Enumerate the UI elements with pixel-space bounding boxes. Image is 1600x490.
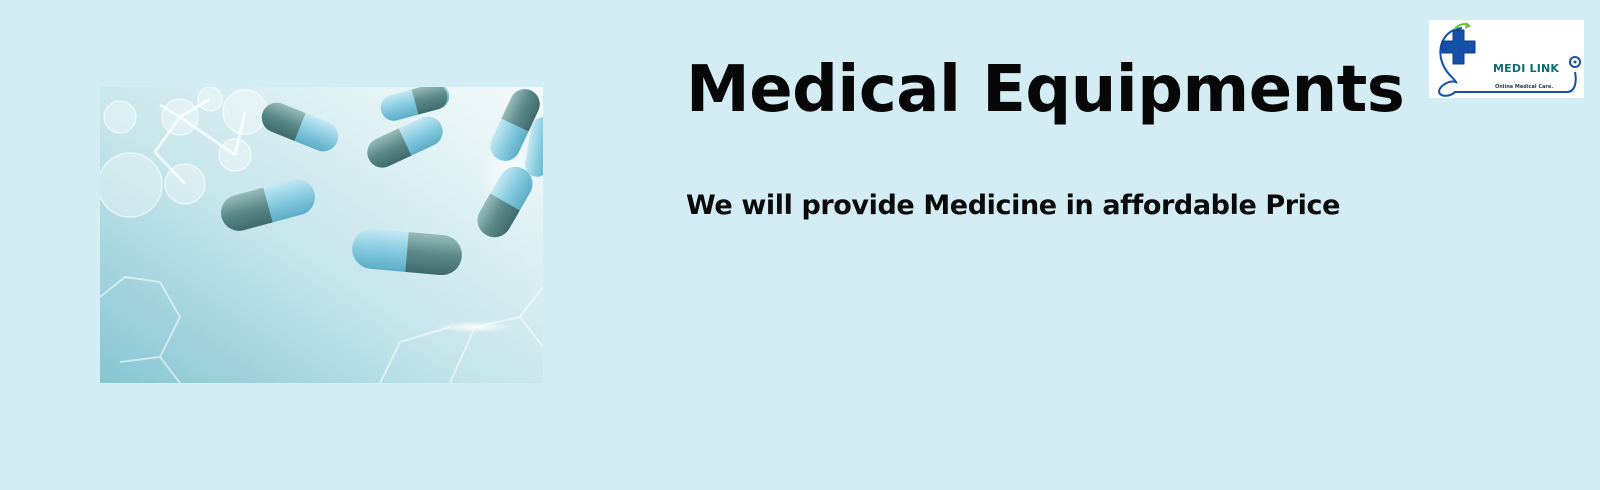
tagline: We will provide Medicine in affordable P… xyxy=(686,190,1341,221)
pill-capsules-image xyxy=(100,87,543,383)
logo-name: MEDI LINK xyxy=(1493,62,1560,75)
logo-tagline: Online Medical Care. xyxy=(1495,84,1554,90)
page-title: Medical Equipments xyxy=(686,53,1405,127)
medi-link-logo[interactable]: MEDI LINK Online Medical Care. xyxy=(1429,20,1584,98)
hero-image xyxy=(100,87,543,383)
